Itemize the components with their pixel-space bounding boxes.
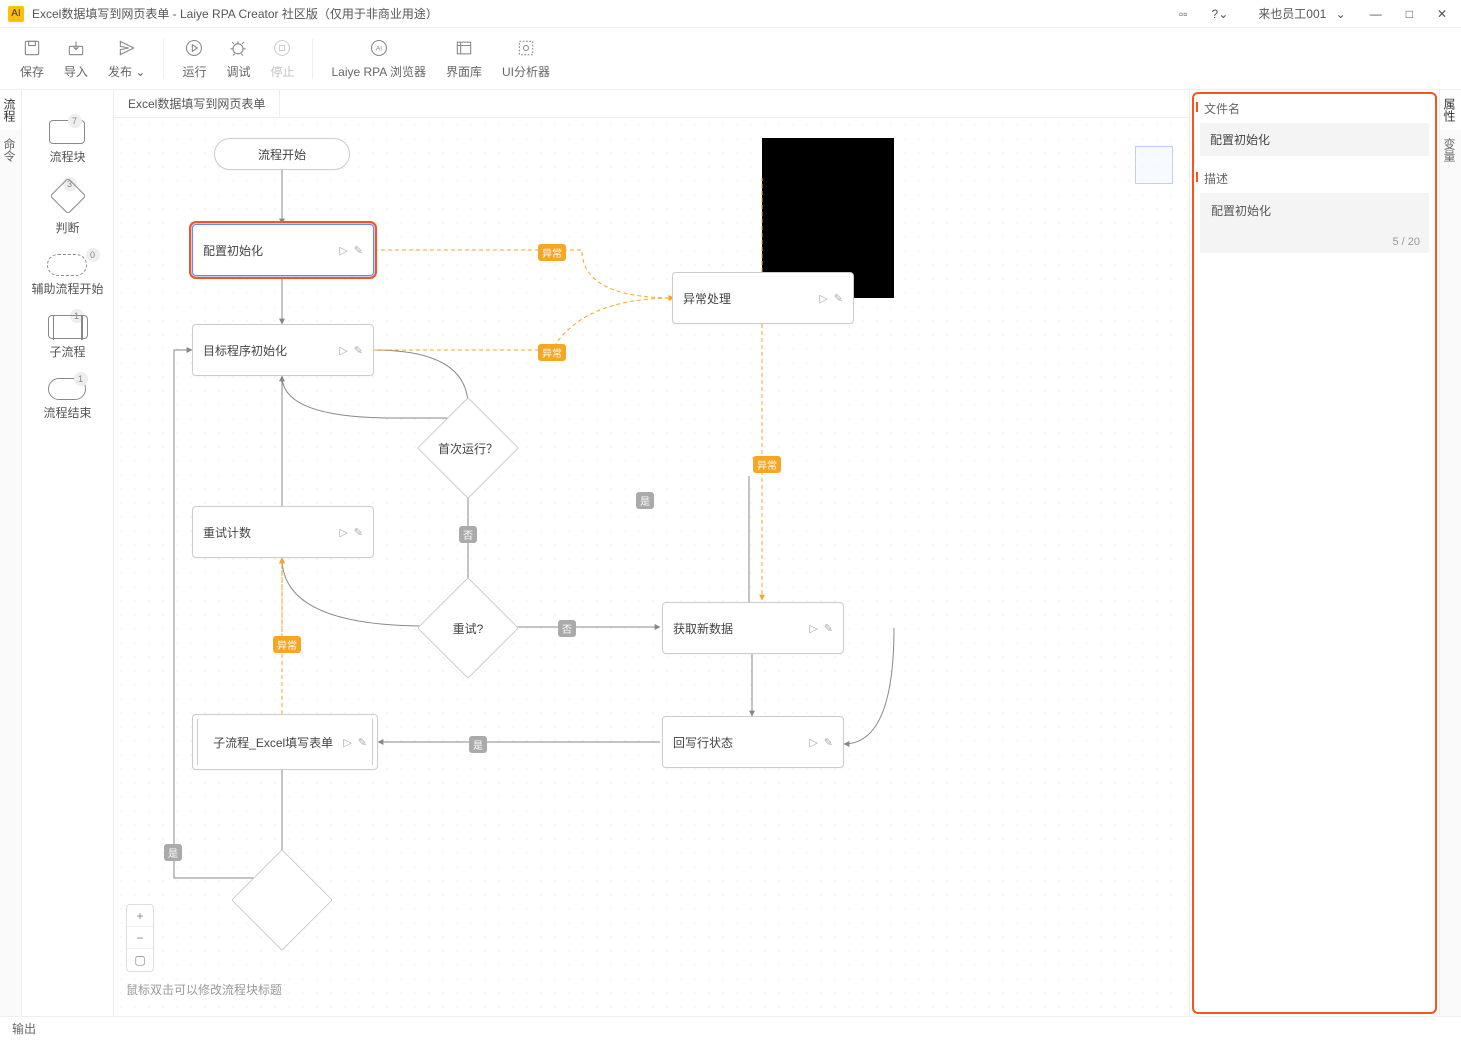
node-fetch-data[interactable]: 获取新数据 ▷✎ [662,602,844,654]
user-menu[interactable]: 来也员工001 ⌄ [1246,3,1351,24]
edge-badge-exception: 异常 [538,344,566,361]
tab-flow[interactable]: 流程 [0,90,21,130]
edit-icon[interactable]: ✎ [824,736,833,749]
filename-label: 文件名 [1190,90,1439,119]
tab-command[interactable]: 命令 [0,130,21,170]
node-first-run[interactable]: 首次运行？ [426,406,510,490]
description-label: 描述 [1190,160,1439,189]
right-side-tabs: 属性 变量 [1439,90,1461,1016]
palette-aux-start[interactable]: 0 辅助流程开始 [31,254,103,297]
node-retry-count[interactable]: 重试计数 ▷✎ [192,506,374,558]
play-icon[interactable]: ▷ [809,736,817,749]
edit-icon[interactable]: ✎ [824,622,833,635]
analyzer-icon [515,37,537,59]
title-bar: AI Excel数据填写到网页表单 - Laiye RPA Creator 社区… [0,0,1461,28]
ui-library-button[interactable]: 界面库 [438,33,490,84]
window-close[interactable]: ✕ [1431,5,1453,23]
node-partial[interactable] [240,858,324,942]
play-icon[interactable]: ▷ [339,344,347,357]
edge-badge-exception: 异常 [753,456,781,473]
library-icon [453,37,475,59]
save-button[interactable]: 保存 [12,33,52,84]
flow-canvas[interactable]: 流程开始 配置初始化 ▷✎ 目标程序初始化 ▷✎ 重试计数 ▷✎ 子流程_Exc… [114,118,1189,1016]
document-tab-active[interactable]: Excel数据填写到网页表单 [114,90,280,117]
node-target-init[interactable]: 目标程序初始化 ▷✎ [192,324,374,376]
zoom-controls: + − ▢ [126,904,154,972]
play-icon[interactable]: ▷ [819,292,827,305]
window-maximize[interactable]: □ [1400,5,1419,23]
output-tab[interactable]: 输出 [12,1020,36,1037]
minimap[interactable] [1135,146,1173,184]
edge-badge-yes: 是 [636,492,654,509]
edge-badge-no: 否 [558,620,576,637]
toolbar: 保存 导入 发布 ⌄ 运行 调试 停止 AI Laiye RPA 浏览器 界面库… [0,28,1461,90]
zoom-fit-button[interactable]: ▢ [127,949,153,971]
edge-badge-yes: 是 [164,844,182,861]
stop-icon [271,37,293,59]
tab-properties[interactable]: 属性 [1440,90,1461,130]
import-button[interactable]: 导入 [56,33,96,84]
import-icon [65,37,87,59]
bug-icon [227,37,249,59]
left-side-tabs: 流程 命令 [0,90,22,1016]
tab-variables[interactable]: 变量 [1440,130,1461,170]
window-minimize[interactable]: — [1364,5,1388,23]
edit-icon[interactable]: ✎ [354,526,363,539]
app-logo: AI [8,6,24,22]
footer-bar: 输出 [0,1016,1461,1040]
run-icon [183,37,205,59]
edit-icon[interactable]: ✎ [354,244,363,257]
shape-palette: 7 流程块 3 判断 0 辅助流程开始 1 子流程 1 流程结束 [22,90,114,1016]
canvas-hint: 鼠标双击可以修改流程块标题 [126,981,282,998]
palette-end[interactable]: 1 流程结束 [43,378,91,421]
main-area: 流程 命令 7 流程块 3 判断 0 辅助流程开始 1 子流程 1 流程结束 E… [0,90,1461,1016]
help-icon[interactable]: ?⌄ [1206,5,1235,23]
edge-badge-yes: 是 [469,736,487,753]
save-icon [21,37,43,59]
stop-button[interactable]: 停止 [262,33,302,84]
char-counter: 5 / 20 [1392,236,1420,248]
description-input[interactable]: 配置初始化 5 / 20 [1200,193,1429,253]
browser-button[interactable]: AI Laiye RPA 浏览器 [323,33,433,84]
run-button[interactable]: 运行 [174,33,214,84]
play-icon[interactable]: ▷ [809,622,817,635]
edge-badge-exception: 异常 [273,636,301,653]
filename-value[interactable]: 配置初始化 [1200,123,1429,156]
debug-button[interactable]: 调试 [218,33,258,84]
document-tabs: Excel数据填写到网页表单 [114,90,1189,118]
palette-subflow[interactable]: 1 子流程 [48,315,88,360]
play-icon[interactable]: ▷ [343,736,351,749]
ui-analyzer-button[interactable]: UI分析器 [494,33,558,84]
palette-block[interactable]: 7 流程块 [49,120,85,165]
node-retry[interactable]: 重试? [426,586,510,670]
play-icon[interactable]: ▷ [339,244,347,257]
edit-icon[interactable]: ✎ [834,292,843,305]
node-subflow-excel[interactable]: 子流程_Excel填写表单 ▷✎ [192,714,378,770]
node-config-init[interactable]: 配置初始化 ▷✎ [192,224,374,276]
edit-icon[interactable]: ✎ [354,344,363,357]
publish-icon [116,37,138,59]
node-start[interactable]: 流程开始 [214,138,350,170]
ai-browser-icon: AI [368,37,390,59]
svg-text:AI: AI [376,46,382,53]
edit-icon[interactable]: ✎ [358,736,367,749]
apps-icon[interactable]: ▫▫ [1173,5,1194,23]
properties-panel: 文件名 配置初始化 描述 配置初始化 5 / 20 [1189,90,1439,1016]
publish-button[interactable]: 发布 ⌄ [100,33,153,84]
node-exception[interactable]: 异常处理 ▷✎ [672,272,854,324]
zoom-out-button[interactable]: − [127,927,153,949]
window-title: Excel数据填写到网页表单 - Laiye RPA Creator 社区版（仅… [32,5,1173,22]
palette-judge[interactable]: 3 判断 [55,183,81,236]
zoom-in-button[interactable]: + [127,905,153,927]
node-write-status[interactable]: 回写行状态 ▷✎ [662,716,844,768]
play-icon[interactable]: ▷ [339,526,347,539]
edge-badge-exception: 异常 [538,244,566,261]
edge-badge-no: 否 [459,526,477,543]
canvas-area: Excel数据填写到网页表单 [114,90,1189,1016]
